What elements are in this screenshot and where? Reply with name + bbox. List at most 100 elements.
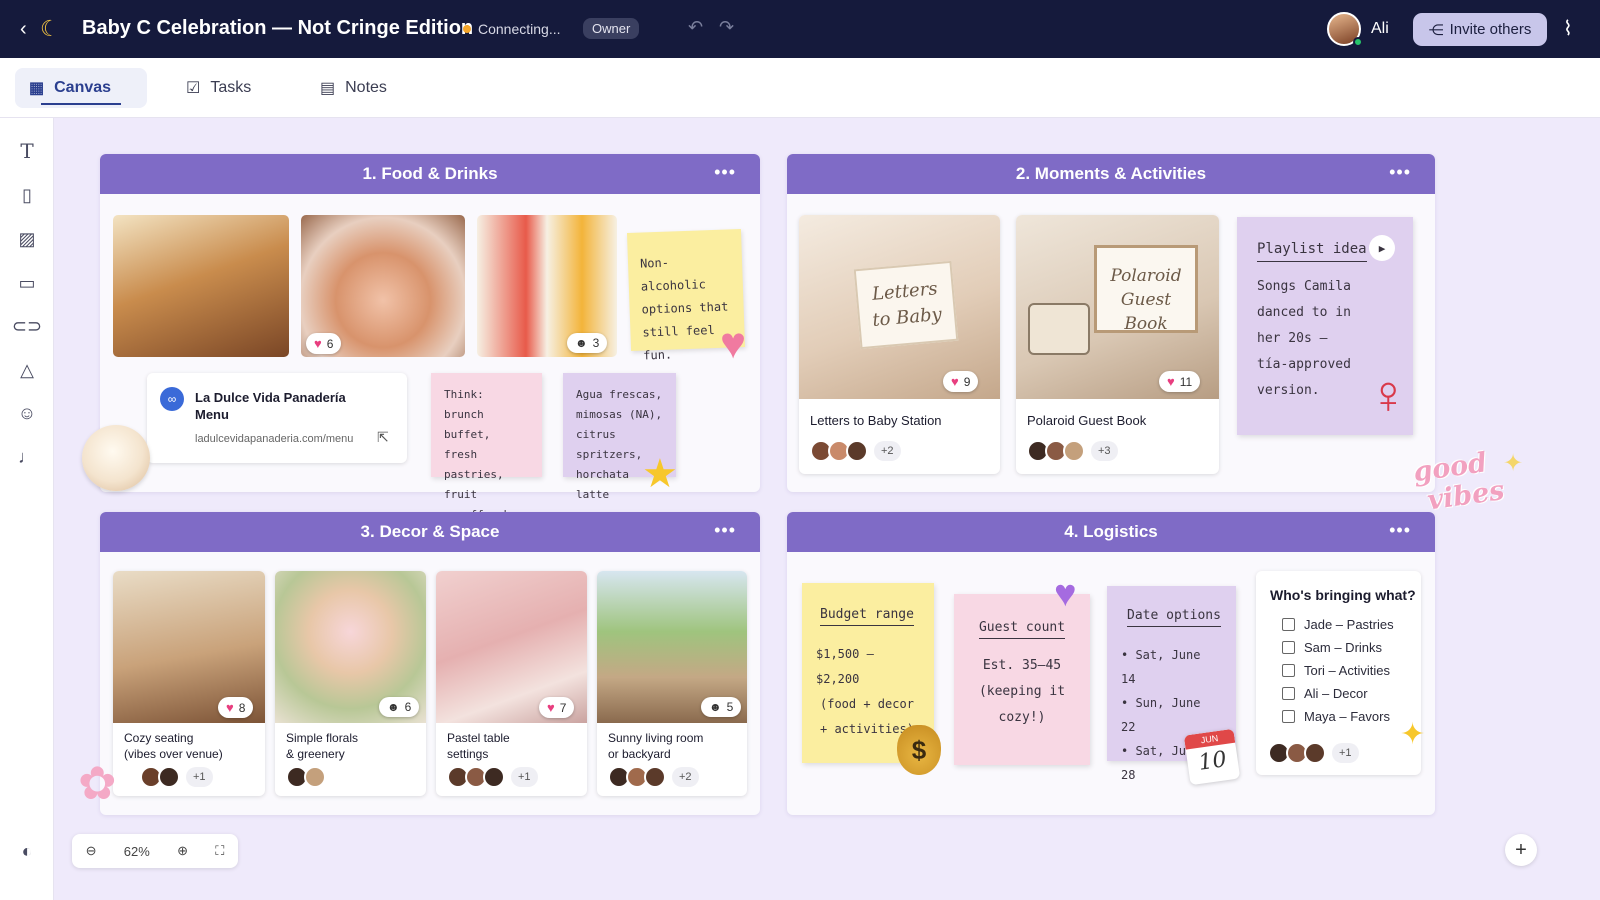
checklist-label: Jade – Pastries (1304, 616, 1394, 632)
note-line: Think: brunch (444, 388, 484, 421)
checkbox-icon[interactable] (1282, 640, 1295, 654)
avatar (483, 766, 505, 788)
more-options-icon[interactable]: ••• (1389, 520, 1411, 541)
connection-status: Connecting... (463, 21, 561, 37)
coffee-cup-sticker-icon (82, 425, 150, 491)
calendar-sticker: JUN 10 (1183, 728, 1241, 786)
grid-icon: ▦ (29, 80, 45, 97)
note-title: Budget range (820, 607, 914, 626)
link-title: La Dulce Vida Panadería (195, 390, 346, 405)
more-options-icon[interactable]: ••• (714, 162, 736, 183)
checklist-item[interactable]: Tori – Activities (1282, 660, 1432, 680)
redo-icon[interactable]: ↷ (719, 17, 734, 38)
shapes-tool-icon[interactable]: △ (14, 357, 40, 383)
reaction-badge[interactable]: ☻ 6 (379, 697, 420, 717)
heart-icon: ♥ (547, 700, 555, 715)
reaction-badge[interactable]: ☻ 3 (567, 333, 608, 353)
link-url[interactable]: ladulcevidapanaderia.com/menu (195, 433, 353, 445)
link-card[interactable]: ∞ La Dulce Vida Panadería Menu ladulcevi… (147, 373, 407, 463)
checkbox-icon[interactable] (1282, 663, 1295, 677)
moon-icon: ☾ (40, 16, 60, 41)
card-caption: Letters to Baby Station (810, 413, 942, 428)
card-caption: Pastel table (447, 731, 510, 745)
sticky-note-guest-count[interactable]: Guest count Est. 35–45 (keeping it cozy!… (954, 594, 1090, 765)
note-line: Est. 35–45 (982, 658, 1062, 673)
role-badge: Owner (583, 18, 640, 39)
card-letters-to-baby[interactable]: Letters to Baby ♥ 9 Letters to Baby Stati… (799, 215, 1000, 474)
reaction-badge[interactable]: ♥ 11 (1159, 371, 1201, 392)
card-sunny-living-room[interactable]: ☻ 5 Sunny living room or backyard +2 (597, 571, 747, 796)
zoom-out-icon[interactable]: ⊖ (86, 843, 97, 859)
sign-line: Guest Book (1120, 290, 1172, 334)
page-tool-icon[interactable]: ▯ (14, 182, 40, 208)
more-avatars-count: +2 (874, 441, 901, 461)
smile-icon: ☻ (575, 336, 588, 350)
note-title: Date options (1127, 608, 1221, 627)
external-link-icon[interactable]: ⇱ (377, 429, 389, 446)
checklist-item[interactable]: Ali – Decor (1282, 683, 1432, 703)
calendar-day: 10 (1197, 747, 1229, 776)
smile-icon: ☻ (709, 700, 722, 714)
undo-icon[interactable]: ↶ (688, 17, 703, 38)
image-tool-icon[interactable]: ▨ (14, 226, 40, 252)
palette-icon[interactable]: ◐ (14, 838, 40, 864)
checklist-item[interactable]: Sam – Drinks (1282, 637, 1432, 657)
tab-bar: ▦ Canvas ☑ Tasks ▤ Notes (0, 58, 1600, 118)
panel-title: 2. Moments & Activities (1015, 164, 1207, 183)
checkbox-icon[interactable] (1282, 617, 1295, 631)
note-line: buffet, fresh (444, 428, 491, 461)
avatar (644, 766, 666, 788)
checklist-label: Tori – Activities (1304, 662, 1390, 678)
buffet-photo[interactable] (113, 215, 289, 357)
checkbox-icon[interactable] (1282, 709, 1295, 723)
checklist-item[interactable]: Jade – Pastries (1282, 614, 1432, 634)
card-simple-florals[interactable]: ☻ 6 Simple florals & greenery (275, 571, 426, 796)
tab-canvas[interactable]: ▦ Canvas (15, 68, 147, 108)
note-line: (keeping it (978, 684, 1066, 699)
avatar (1063, 440, 1085, 462)
invite-others-button[interactable]: ⋲ Invite others (1413, 13, 1547, 46)
more-avatars-count: +1 (511, 767, 538, 787)
sticky-note-brunch[interactable]: Think: brunch buffet, fresh pastries, fr… (431, 373, 542, 521)
smile-icon: ☻ (387, 700, 400, 714)
reaction-badge[interactable]: ♥ 7 (539, 697, 575, 718)
zoom-level[interactable]: 62% (124, 844, 150, 859)
tab-notes[interactable]: ▤ Notes (306, 68, 401, 108)
reaction-badge[interactable]: ♥ 9 (943, 371, 979, 392)
emoji-tool-icon[interactable]: ☺ (14, 400, 40, 426)
reaction-badge[interactable]: ♥ 8 (218, 697, 254, 718)
card-caption: or backyard (608, 747, 671, 761)
mic-tool-icon[interactable]: ♩ (14, 444, 40, 470)
user-name: Ali (1371, 20, 1389, 37)
card-pastel-table[interactable]: ♥ 7 Pastel table settings +1 (436, 571, 587, 796)
more-avatars-count: +3 (1091, 441, 1118, 461)
checklist-title: Who's bringing what? (1270, 587, 1416, 603)
more-avatars-count: +1 (1332, 743, 1359, 763)
reaction-badge[interactable]: ♥ 6 (306, 333, 342, 354)
avatar (846, 440, 868, 462)
collaborator-avatars: +1 (447, 766, 538, 788)
play-icon[interactable]: ▶ (1369, 235, 1395, 261)
card-caption: settings (447, 747, 489, 761)
tab-tasks[interactable]: ☑ Tasks (172, 68, 265, 108)
text-tool-icon[interactable]: T (14, 138, 40, 164)
camera-icon (1028, 303, 1090, 355)
reaction-badge[interactable]: ☻ 5 (701, 697, 742, 717)
card-polaroid-guest-book[interactable]: Polaroid Guest Book ♥ 11 Polaroid Guest B… (1016, 215, 1219, 474)
card-cozy-seating[interactable]: ♥ 8 Cozy seating (vibes over venue) +1 (113, 571, 265, 796)
add-button[interactable]: + (1505, 834, 1537, 866)
more-options-icon[interactable]: ••• (1389, 162, 1411, 183)
card-caption: (vibes over venue) (124, 747, 223, 761)
activity-icon[interactable]: ⌇ (1563, 16, 1573, 41)
more-options-icon[interactable]: ••• (714, 520, 736, 541)
board-title[interactable]: Baby C Celebration — Not Cringe Edition (82, 17, 473, 40)
video-tool-icon[interactable]: ▭ (14, 270, 40, 296)
reaction-count: 5 (726, 700, 734, 714)
checkbox-icon[interactable] (1282, 686, 1295, 700)
fullscreen-icon[interactable]: ⛶ (215, 843, 224, 859)
zoom-in-icon[interactable]: ⊕ (177, 843, 188, 859)
link-tool-icon[interactable]: ⊂⊃ (12, 313, 42, 339)
note-line: Agua frescas, (576, 388, 663, 401)
note-line: $1,500 – $2,200 (816, 647, 874, 686)
back-icon[interactable]: ‹ (20, 18, 27, 41)
